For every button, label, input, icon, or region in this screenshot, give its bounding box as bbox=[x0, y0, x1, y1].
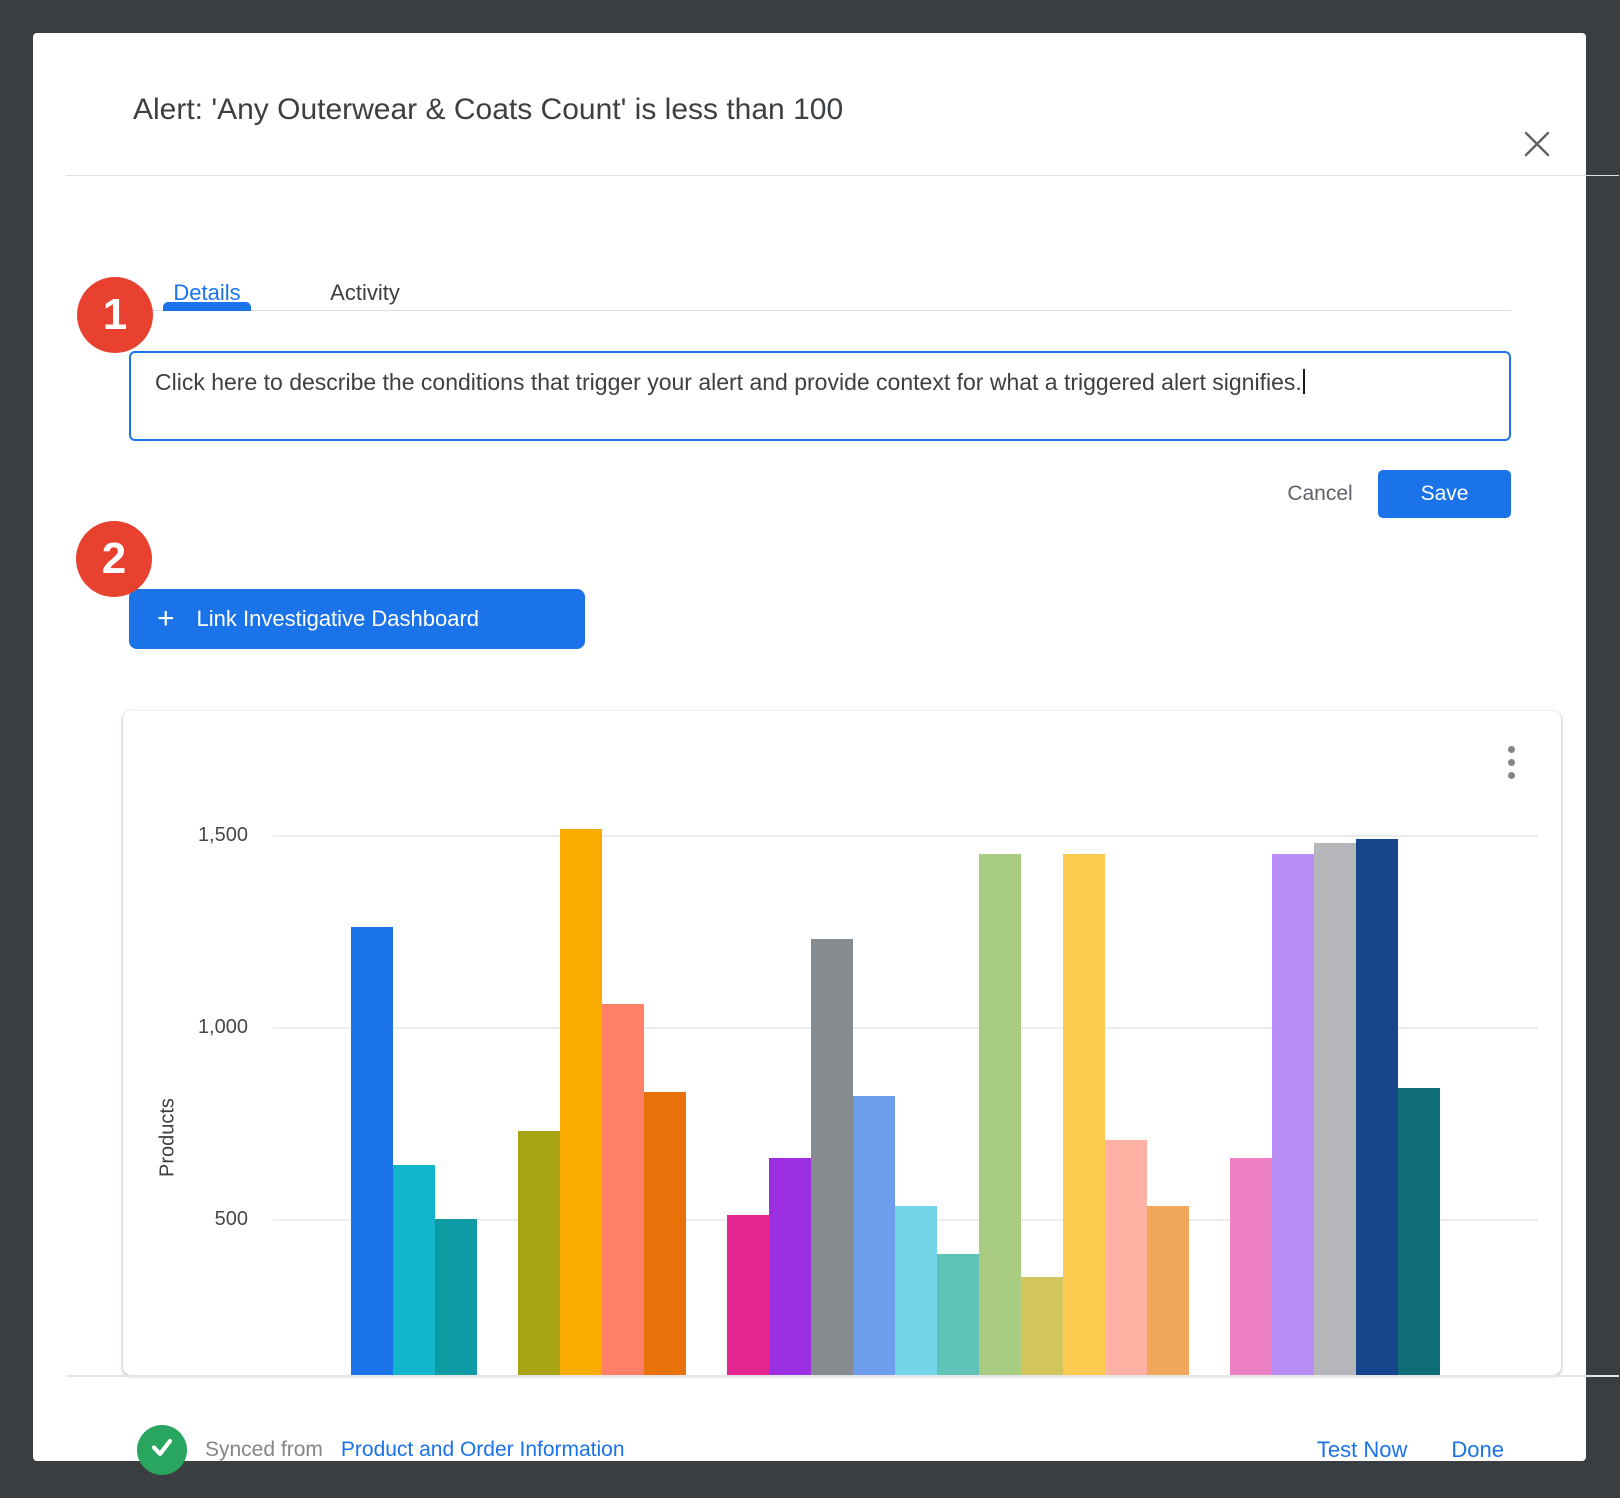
close-button[interactable] bbox=[1515, 123, 1559, 167]
bar bbox=[602, 1004, 644, 1375]
kebab-vertical-icon bbox=[1508, 746, 1515, 753]
step-badge-1: 1 bbox=[77, 277, 153, 353]
bar bbox=[1105, 1140, 1147, 1375]
bar bbox=[937, 1254, 979, 1375]
synced-check-badge bbox=[137, 1425, 187, 1475]
synced-source-link[interactable]: Product and Order Information bbox=[341, 1438, 625, 1462]
bar bbox=[1063, 854, 1105, 1375]
active-tab-indicator bbox=[163, 302, 251, 311]
test-now-button[interactable]: Test Now bbox=[1317, 1437, 1407, 1463]
cancel-button[interactable]: Cancel bbox=[1265, 470, 1375, 518]
bar bbox=[560, 829, 602, 1375]
tab-activity-label: Activity bbox=[330, 280, 400, 306]
gridline bbox=[273, 835, 1538, 837]
step-badge-2: 2 bbox=[76, 521, 152, 597]
synced-from-label: Synced from bbox=[205, 1438, 323, 1462]
plus-icon: + bbox=[157, 604, 175, 634]
bar bbox=[895, 1206, 937, 1375]
link-investigative-dashboard-button[interactable]: + Link Investigative Dashboard bbox=[129, 589, 585, 649]
y-tick-label: 1,000 bbox=[153, 1012, 248, 1042]
y-tick-label: 500 bbox=[153, 1204, 248, 1234]
screenshot-stage: Alert: 'Any Outerwear & Coats Count' is … bbox=[0, 0, 1620, 1498]
link-investigative-dashboard-label: Link Investigative Dashboard bbox=[197, 606, 480, 632]
bar bbox=[1272, 854, 1314, 1375]
bar bbox=[1230, 1158, 1272, 1375]
dialog-title: Alert: 'Any Outerwear & Coats Count' is … bbox=[133, 89, 1433, 131]
save-button[interactable]: Save bbox=[1378, 470, 1511, 518]
done-button[interactable]: Done bbox=[1451, 1437, 1504, 1463]
bar bbox=[1356, 839, 1398, 1375]
bar bbox=[351, 927, 393, 1375]
bar bbox=[435, 1219, 477, 1375]
bar bbox=[853, 1096, 895, 1375]
footer-actions: Test Now Done bbox=[1317, 1425, 1504, 1475]
bar bbox=[644, 1092, 686, 1375]
step-badge-1-number: 1 bbox=[103, 290, 127, 340]
alert-description-input[interactable]: Click here to describe the conditions th… bbox=[129, 351, 1511, 441]
checkmark-icon bbox=[147, 1432, 177, 1468]
alert-description-text: Click here to describe the conditions th… bbox=[155, 369, 1302, 395]
sync-status: Synced from Product and Order Informatio… bbox=[137, 1425, 625, 1475]
close-icon bbox=[1524, 131, 1550, 160]
bar bbox=[1021, 1277, 1063, 1375]
tab-divider bbox=[129, 310, 1511, 311]
y-axis-label: Products bbox=[153, 1048, 183, 1228]
step-badge-2-number: 2 bbox=[102, 534, 126, 584]
chart-card: Products 1,500 1,000 500 bbox=[123, 711, 1561, 1375]
bar bbox=[1314, 843, 1356, 1375]
chart-menu-button[interactable] bbox=[1491, 733, 1531, 791]
y-tick-label: 1,500 bbox=[153, 820, 248, 850]
tab-activity[interactable]: Activity bbox=[310, 275, 420, 311]
alert-dialog: Alert: 'Any Outerwear & Coats Count' is … bbox=[33, 33, 1586, 1461]
header-divider bbox=[66, 175, 1619, 176]
bar bbox=[518, 1131, 560, 1375]
footer-divider bbox=[66, 1375, 1619, 1377]
bar bbox=[811, 939, 853, 1375]
text-caret bbox=[1303, 369, 1305, 394]
bar bbox=[1147, 1206, 1189, 1375]
bar bbox=[979, 854, 1021, 1375]
bar bbox=[1398, 1088, 1440, 1375]
bar bbox=[769, 1158, 811, 1375]
bar bbox=[393, 1165, 435, 1375]
bar bbox=[727, 1215, 769, 1375]
